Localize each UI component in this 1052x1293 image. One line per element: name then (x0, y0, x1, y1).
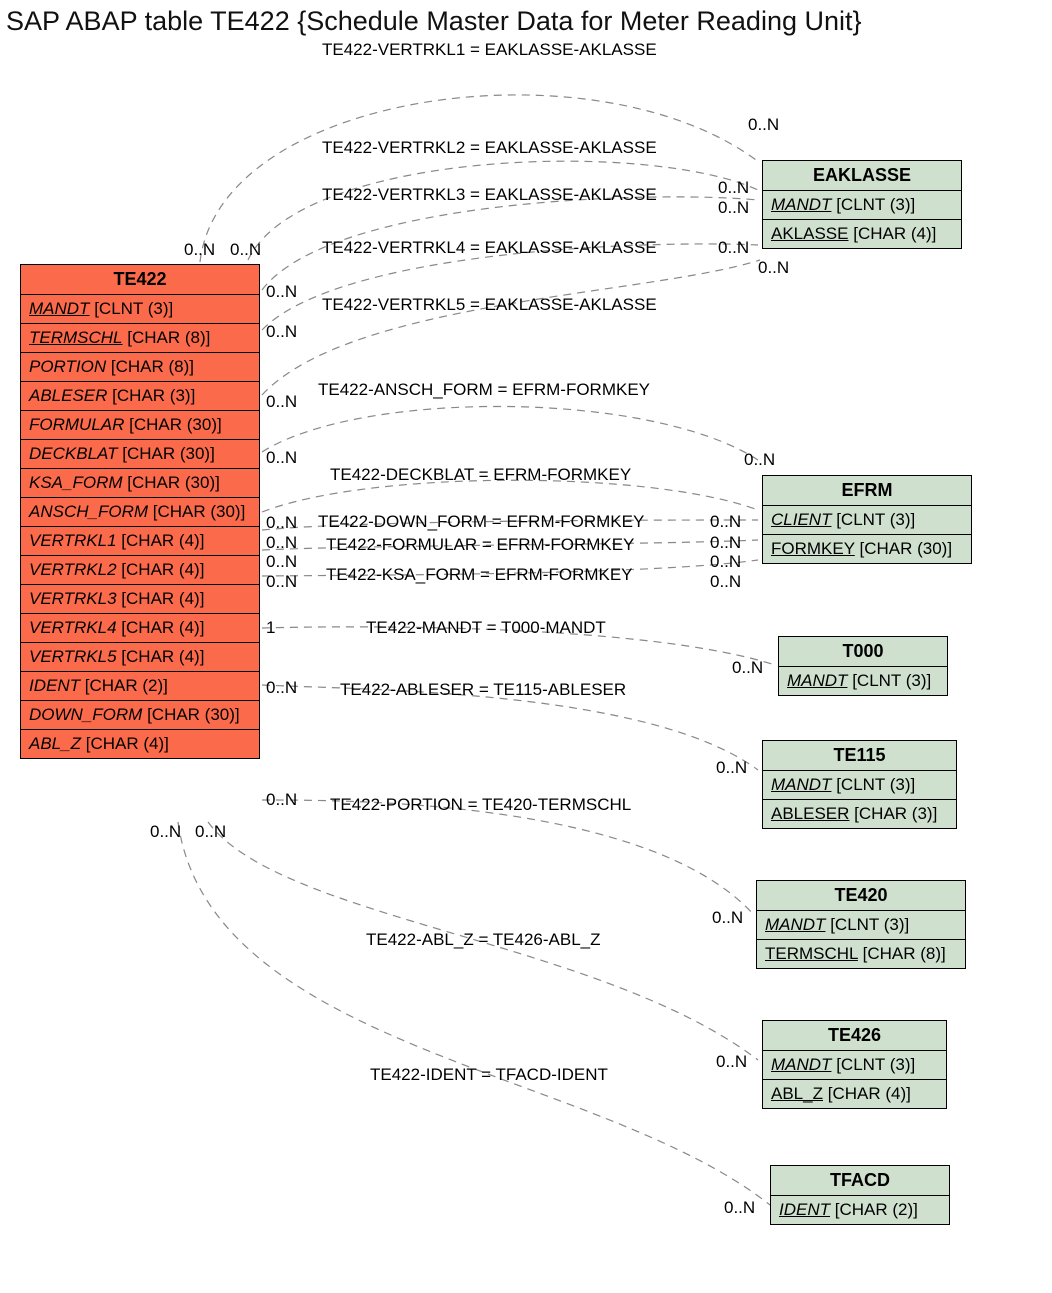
relation-label: TE422-KSA_FORM = EFRM-FORMKEY (326, 565, 633, 585)
diagram-title: SAP ABAP table TE422 {Schedule Master Da… (0, 6, 1052, 37)
table-row: MANDT [CLNT (3)] (757, 911, 965, 940)
entity-efrm: EFRM CLIENT [CLNT (3)] FORMKEY [CHAR (30… (762, 475, 972, 564)
cardinality: 0..N (732, 658, 763, 678)
relation-label: TE422-PORTION = TE420-TERMSCHL (330, 795, 631, 815)
er-diagram: SAP ABAP table TE422 {Schedule Master Da… (0, 0, 1052, 1293)
table-row: ABL_Z [CHAR (4)] (21, 730, 259, 758)
table-row: MANDT [CLNT (3)] (779, 667, 947, 695)
relation-label: TE422-IDENT = TFACD-IDENT (370, 1065, 608, 1085)
cardinality: 0..N (744, 450, 775, 470)
cardinality: 0..N (710, 533, 741, 553)
table-row: VERTRKL4 [CHAR (4)] (21, 614, 259, 643)
entity-tfacd-header: TFACD (771, 1166, 949, 1196)
entity-te422-header: TE422 (21, 265, 259, 295)
entity-te426: TE426 MANDT [CLNT (3)] ABL_Z [CHAR (4)] (762, 1020, 947, 1109)
cardinality: 0..N (266, 448, 297, 468)
cardinality: 0..N (266, 392, 297, 412)
table-row: VERTRKL2 [CHAR (4)] (21, 556, 259, 585)
entity-te422: TE422 MANDT [CLNT (3)] TERMSCHL [CHAR (8… (20, 264, 260, 759)
cardinality: 0..N (266, 790, 297, 810)
relation-label: TE422-DOWN_FORM = EFRM-FORMKEY (318, 512, 644, 532)
cardinality: 0..N (712, 908, 743, 928)
cardinality: 0..N (758, 258, 789, 278)
entity-eaklasse: EAKLASSE MANDT [CLNT (3)] AKLASSE [CHAR … (762, 160, 962, 249)
table-row: DECKBLAT [CHAR (30)] (21, 440, 259, 469)
table-row: MANDT [CLNT (3)] (763, 1051, 946, 1080)
table-row: MANDT [CLNT (3)] (21, 295, 259, 324)
relation-label: TE422-VERTRKL1 = EAKLASSE-AKLASSE (322, 40, 657, 60)
relation-label: TE422-ANSCH_FORM = EFRM-FORMKEY (318, 380, 650, 400)
cardinality: 0..N (718, 198, 749, 218)
cardinality: 0..N (266, 533, 297, 553)
cardinality: 0..N (195, 822, 226, 842)
relation-label: TE422-VERTRKL5 = EAKLASSE-AKLASSE (322, 295, 657, 315)
relation-label: TE422-VERTRKL2 = EAKLASSE-AKLASSE (322, 138, 657, 158)
cardinality: 0..N (184, 240, 215, 260)
table-row: IDENT [CHAR (2)] (21, 672, 259, 701)
table-row: KSA_FORM [CHAR (30)] (21, 469, 259, 498)
entity-efrm-header: EFRM (763, 476, 971, 506)
relation-label: TE422-VERTRKL4 = EAKLASSE-AKLASSE (322, 238, 657, 258)
cardinality: 0..N (266, 552, 297, 572)
entity-te426-header: TE426 (763, 1021, 946, 1051)
table-row: ABLESER [CHAR (3)] (763, 800, 956, 828)
cardinality: 0..N (150, 822, 181, 842)
table-row: VERTRKL5 [CHAR (4)] (21, 643, 259, 672)
cardinality: 0..N (718, 238, 749, 258)
table-row: MANDT [CLNT (3)] (763, 191, 961, 220)
entity-te115: TE115 MANDT [CLNT (3)] ABLESER [CHAR (3)… (762, 740, 957, 829)
entity-t000: T000 MANDT [CLNT (3)] (778, 636, 948, 696)
table-row: VERTRKL1 [CHAR (4)] (21, 527, 259, 556)
table-row: IDENT [CHAR (2)] (771, 1196, 949, 1224)
cardinality: 0..N (724, 1198, 755, 1218)
table-row: ABLESER [CHAR (3)] (21, 382, 259, 411)
cardinality: 0..N (710, 572, 741, 592)
entity-te420: TE420 MANDT [CLNT (3)] TERMSCHL [CHAR (8… (756, 880, 966, 969)
entity-t000-header: T000 (779, 637, 947, 667)
entity-te115-header: TE115 (763, 741, 956, 771)
relation-label: TE422-MANDT = T000-MANDT (366, 618, 606, 638)
table-row: CLIENT [CLNT (3)] (763, 506, 971, 535)
cardinality: 0..N (266, 282, 297, 302)
table-row: PORTION [CHAR (8)] (21, 353, 259, 382)
table-row: DOWN_FORM [CHAR (30)] (21, 701, 259, 730)
entity-tfacd: TFACD IDENT [CHAR (2)] (770, 1165, 950, 1225)
entity-te420-header: TE420 (757, 881, 965, 911)
entity-eaklasse-header: EAKLASSE (763, 161, 961, 191)
table-row: FORMKEY [CHAR (30)] (763, 535, 971, 563)
cardinality: 0..N (710, 512, 741, 532)
relation-label: TE422-DECKBLAT = EFRM-FORMKEY (330, 465, 631, 485)
cardinality: 0..N (266, 572, 297, 592)
relation-label: TE422-ABLESER = TE115-ABLESER (340, 680, 626, 700)
cardinality: 0..N (266, 678, 297, 698)
cardinality: 1 (266, 618, 275, 638)
cardinality: 0..N (230, 240, 261, 260)
table-row: TERMSCHL [CHAR (8)] (757, 940, 965, 968)
table-row: TERMSCHL [CHAR (8)] (21, 324, 259, 353)
cardinality: 0..N (716, 758, 747, 778)
table-row: ANSCH_FORM [CHAR (30)] (21, 498, 259, 527)
cardinality: 0..N (748, 115, 779, 135)
table-row: ABL_Z [CHAR (4)] (763, 1080, 946, 1108)
table-row: MANDT [CLNT (3)] (763, 771, 956, 800)
table-row: FORMULAR [CHAR (30)] (21, 411, 259, 440)
relation-label: TE422-VERTRKL3 = EAKLASSE-AKLASSE (322, 185, 657, 205)
cardinality: 0..N (266, 322, 297, 342)
table-row: VERTRKL3 [CHAR (4)] (21, 585, 259, 614)
cardinality: 0..N (718, 178, 749, 198)
relation-label: TE422-FORMULAR = EFRM-FORMKEY (326, 535, 634, 555)
table-row: AKLASSE [CHAR (4)] (763, 220, 961, 248)
cardinality: 0..N (710, 552, 741, 572)
cardinality: 0..N (716, 1052, 747, 1072)
cardinality: 0..N (266, 513, 297, 533)
relation-label: TE422-ABL_Z = TE426-ABL_Z (366, 930, 601, 950)
